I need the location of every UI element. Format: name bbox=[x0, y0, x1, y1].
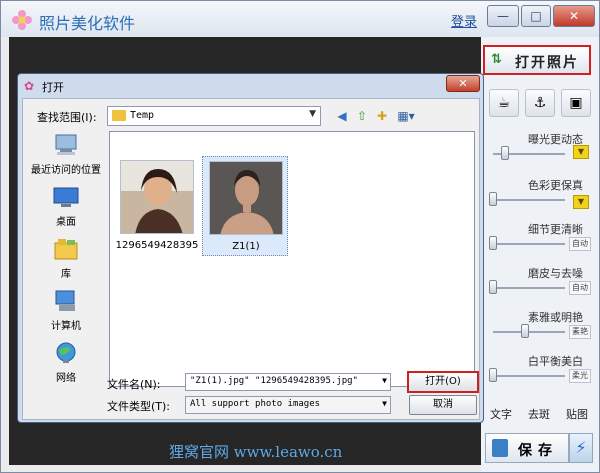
open-photo-label: 打开照片 bbox=[515, 55, 579, 71]
anchor-icon[interactable]: ⚓ bbox=[525, 89, 555, 117]
folder-icon bbox=[112, 110, 126, 121]
slider-thumb[interactable] bbox=[489, 368, 497, 382]
auto-button[interactable]: 素艳 bbox=[569, 325, 591, 339]
tab-spot-removal[interactable]: 去斑 bbox=[523, 405, 555, 425]
login-link[interactable]: 登录 bbox=[451, 11, 477, 30]
place-computer[interactable]: 计算机 bbox=[27, 289, 105, 341]
dropdown-toggle-icon[interactable]: ▼ bbox=[573, 145, 589, 159]
slider-track[interactable] bbox=[493, 375, 565, 377]
save-disk-icon bbox=[492, 439, 508, 457]
minimize-button[interactable]: — bbox=[487, 5, 519, 27]
place-label: 库 bbox=[61, 269, 71, 280]
place-desktop[interactable]: 桌面 bbox=[27, 185, 105, 237]
place-recent[interactable]: 最近访问的位置 bbox=[27, 133, 105, 185]
portrait-photo-icon bbox=[121, 161, 193, 233]
save-button[interactable]: 保存 bbox=[485, 433, 569, 463]
auto-button[interactable]: 自动 bbox=[569, 237, 591, 251]
tool-icon-row: ☕ ⚓ ▣ bbox=[489, 89, 593, 119]
dialog-flower-icon: ✿ bbox=[24, 79, 35, 93]
dialog-close-button[interactable]: ✕ bbox=[446, 75, 480, 92]
photo-thumbnail bbox=[209, 161, 283, 235]
watermark-text: 狸窝官网 www.leawo.cn bbox=[169, 443, 343, 461]
adjust-label: 素雅或明艳 bbox=[528, 311, 583, 324]
photo-thumbnail bbox=[120, 160, 194, 234]
tab-text[interactable]: 文字 bbox=[485, 405, 517, 425]
cancel-button[interactable]: 取消 bbox=[409, 395, 477, 415]
slider-thumb[interactable] bbox=[521, 324, 529, 338]
slider-track[interactable] bbox=[493, 287, 565, 289]
slider-thumb[interactable] bbox=[489, 280, 497, 294]
auto-button[interactable]: 自动 bbox=[569, 281, 591, 295]
place-label: 网络 bbox=[56, 373, 76, 384]
nav-toolbar: ◀ ⇧ ✚ ▦▾ bbox=[333, 107, 423, 125]
chevron-down-icon[interactable]: ▼ bbox=[382, 376, 387, 385]
save-label: 保存 bbox=[518, 443, 558, 459]
desktop-icon bbox=[53, 187, 79, 207]
look-in-value: Temp bbox=[130, 110, 155, 121]
slider-track[interactable] bbox=[493, 243, 565, 245]
open-file-dialog: ✿ 打开 ✕ 查找范围(I): Temp ▼ ◀ ⇧ ✚ ▦▾ 最近访问的位置 bbox=[17, 73, 484, 423]
file-item[interactable]: 1296549428395 bbox=[114, 156, 200, 256]
library-icon bbox=[54, 239, 78, 260]
effect-tabs: 文字 去斑 贴图 bbox=[485, 405, 597, 425]
dialog-title: 打开 bbox=[42, 81, 64, 94]
file-name-label: Z1(1) bbox=[232, 241, 260, 252]
place-label: 桌面 bbox=[56, 217, 76, 228]
file-item-selected[interactable]: Z1(1) bbox=[202, 156, 288, 256]
file-list[interactable]: 1296549428395 Z1(1) bbox=[109, 131, 475, 387]
file-name-input[interactable]: "Z1(1).jpg" "1296549428395.jpg" ▼ bbox=[185, 373, 391, 391]
slider-track[interactable] bbox=[493, 331, 565, 333]
portrait-photo-icon bbox=[210, 162, 282, 234]
look-in-label: 查找范围(I): bbox=[37, 111, 97, 124]
adjust-label: 色彩更保真 bbox=[528, 179, 583, 192]
swap-arrows-icon: ⇅ bbox=[491, 52, 502, 67]
slider-track[interactable] bbox=[493, 199, 565, 201]
place-library[interactable]: 库 bbox=[27, 237, 105, 289]
file-type-field-label: 文件类型(T): bbox=[107, 400, 171, 413]
up-folder-icon[interactable]: ⇧ bbox=[353, 107, 371, 125]
coffee-cup-icon[interactable]: ☕ bbox=[489, 89, 519, 117]
file-name-field-label: 文件名(N): bbox=[107, 378, 161, 391]
slider-thumb[interactable] bbox=[501, 146, 509, 160]
file-type-value: All support photo images bbox=[190, 399, 321, 409]
window-controls: — □ ✕ bbox=[487, 5, 597, 27]
file-name-value: "Z1(1).jpg" "1296549428395.jpg" bbox=[190, 376, 358, 386]
network-globe-icon bbox=[56, 342, 76, 363]
file-name-label: 1296549428395 bbox=[115, 240, 199, 251]
back-icon[interactable]: ◀ bbox=[333, 107, 351, 125]
place-network[interactable]: 网络 bbox=[27, 341, 105, 393]
adjust-label: 白平衡美白 bbox=[528, 355, 583, 368]
app-titlebar: 照片美化软件 登录 — □ ✕ bbox=[1, 1, 599, 37]
recent-places-icon bbox=[55, 134, 77, 155]
dialog-body: 查找范围(I): Temp ▼ ◀ ⇧ ✚ ▦▾ 最近访问的位置 桌面 库 计算… bbox=[22, 98, 480, 420]
open-button[interactable]: 打开(O) bbox=[407, 371, 479, 393]
maximize-button[interactable]: □ bbox=[521, 5, 551, 27]
app-title: 照片美化软件 bbox=[39, 14, 136, 33]
frames-icon[interactable]: ▣ bbox=[561, 89, 591, 117]
place-label: 最近访问的位置 bbox=[31, 165, 101, 176]
tab-sticker[interactable]: 贴图 bbox=[561, 405, 593, 425]
flower-logo-icon bbox=[12, 10, 32, 30]
close-button[interactable]: ✕ bbox=[553, 5, 595, 27]
look-in-select[interactable]: Temp ▼ bbox=[107, 106, 321, 126]
dropdown-toggle-icon[interactable]: ▼ bbox=[573, 195, 589, 209]
open-photo-button[interactable]: ⇅ 打开照片 bbox=[483, 45, 591, 75]
view-menu-icon[interactable]: ▦▾ bbox=[393, 107, 419, 125]
auto-button[interactable]: 柔光 bbox=[569, 369, 591, 383]
adjust-label: 磨皮与去噪 bbox=[528, 267, 583, 280]
slider-thumb[interactable] bbox=[489, 236, 497, 250]
file-type-select[interactable]: All support photo images ▼ bbox=[185, 396, 391, 414]
chevron-down-icon[interactable]: ▼ bbox=[382, 399, 387, 408]
quick-action-bolt-icon[interactable]: ⚡ bbox=[569, 433, 593, 463]
places-bar: 最近访问的位置 桌面 库 计算机 网络 bbox=[27, 129, 105, 391]
new-folder-icon[interactable]: ✚ bbox=[373, 107, 391, 125]
slider-thumb[interactable] bbox=[489, 192, 497, 206]
adjust-label: 细节更清晰 bbox=[528, 223, 583, 236]
computer-icon bbox=[55, 290, 75, 311]
chevron-down-icon: ▼ bbox=[309, 109, 316, 119]
dialog-titlebar: ✿ 打开 ✕ bbox=[18, 74, 483, 98]
place-label: 计算机 bbox=[51, 321, 81, 332]
